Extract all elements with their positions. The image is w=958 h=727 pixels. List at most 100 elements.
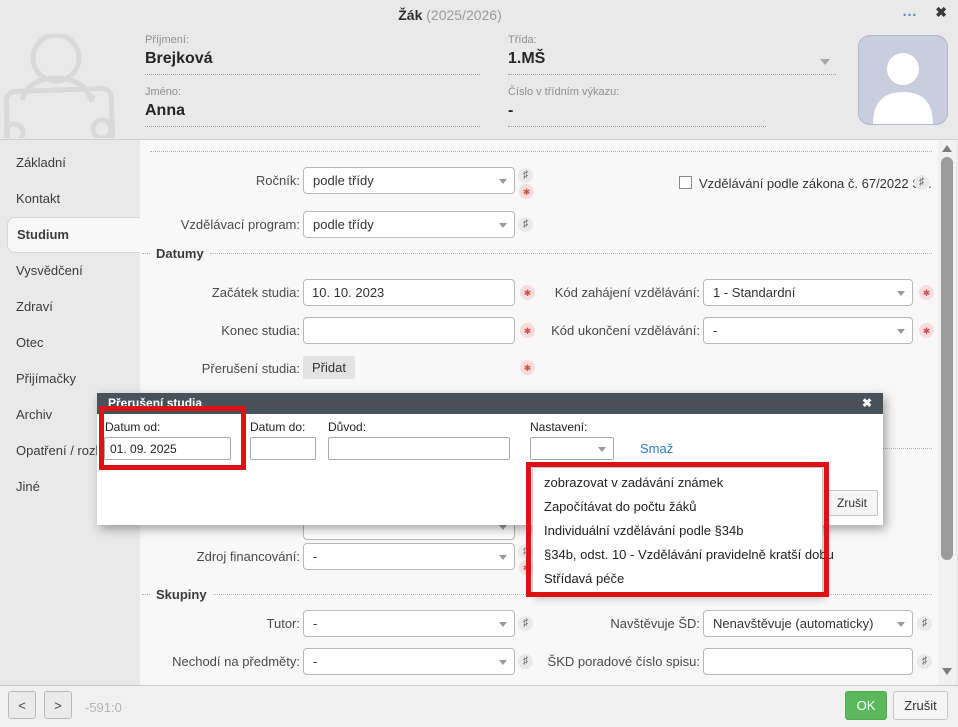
firstname-field: Jméno: Anna: [145, 86, 480, 127]
sidebar-item-otec[interactable]: Otec: [0, 325, 140, 361]
smaz-link[interactable]: Smaž: [640, 441, 673, 456]
zdroj-financovani-history-icon[interactable]: ♯: [518, 544, 533, 559]
student-photo[interactable]: [858, 35, 948, 125]
dropdown-option[interactable]: Střídavá péče: [533, 567, 822, 591]
chevron-down-icon: [897, 622, 905, 627]
datum-od-input[interactable]: [104, 437, 231, 460]
pridat-button[interactable]: Přidat: [303, 356, 355, 379]
kod-ukonceni-value: -: [713, 323, 717, 338]
dialog-header: Žák (2025/2026) … ✖ Příjmení: Brejková J…: [0, 0, 958, 140]
vzdelavaci-program-select[interactable]: podle třídy: [303, 211, 515, 238]
section-skupiny-label: Skupiny: [156, 587, 207, 602]
zdroj-financovani-select[interactable]: -: [303, 543, 515, 570]
chevron-down-icon: [499, 525, 507, 530]
firstname-label: Jméno:: [145, 86, 480, 98]
zacatek-studia-input[interactable]: [303, 279, 515, 306]
skd-spis-input[interactable]: [703, 648, 913, 675]
navstevuje-sd-select[interactable]: Nenavštěvuje (automaticky): [703, 610, 913, 637]
skd-spis-label: ŠKD poradové číslo spisu:: [520, 654, 700, 669]
duvod-input[interactable]: [328, 437, 510, 460]
sidebar-item-zdravi[interactable]: Zdraví: [0, 289, 140, 325]
preruseni-required-icon: ✱: [520, 360, 535, 375]
avatar-silhouette-icon: [859, 36, 947, 124]
dropdown-option[interactable]: §34b, odst. 10 - Vzdělávání pravidelně k…: [533, 543, 822, 567]
prev-record-button[interactable]: <: [8, 691, 36, 719]
firstname-value[interactable]: Anna: [145, 102, 480, 127]
rocnik-label: Ročník:: [140, 173, 300, 188]
sidebar-item-kontakt[interactable]: Kontakt: [0, 181, 140, 217]
next-record-button[interactable]: >: [44, 691, 72, 719]
rocnik-history-icon[interactable]: ♯: [518, 168, 533, 183]
chevron-down-icon: [820, 59, 830, 65]
sidebar-item-vysvedceni[interactable]: Vysvědčení: [0, 253, 140, 289]
datum-do-label: Datum do:: [250, 420, 305, 434]
datum-od-label: Datum od:: [105, 420, 160, 434]
zakon67-history-icon[interactable]: ♯: [914, 175, 929, 190]
konec-studia-input[interactable]: [303, 317, 515, 344]
cancel-button[interactable]: Zrušit: [893, 691, 948, 720]
register-number-value[interactable]: -: [508, 102, 766, 127]
zdroj-financovani-value: -: [313, 549, 317, 564]
modal-cancel-button[interactable]: Zrušit: [826, 490, 878, 516]
konec-studia-label: Konec studia:: [140, 323, 300, 338]
kod-ukonceni-select[interactable]: -: [703, 317, 913, 344]
divider: [150, 151, 932, 152]
datum-do-input[interactable]: [250, 437, 316, 460]
tutor-value: -: [313, 616, 317, 631]
modal-header[interactable]: Přerušení studia ✖: [97, 393, 883, 414]
dropdown-option[interactable]: Individuální vzdělávání podle §34b: [533, 519, 822, 543]
scroll-up-icon[interactable]: [942, 145, 952, 152]
chevron-down-icon: [598, 447, 606, 452]
zakon67-checkbox[interactable]: [679, 176, 692, 189]
skd-spis-history-icon[interactable]: ♯: [917, 654, 932, 669]
section-datumy: Datumy: [142, 246, 932, 261]
preruseni-studia-label: Přerušení studia:: [140, 361, 300, 376]
nechodi-predmety-value: -: [313, 654, 317, 669]
close-icon[interactable]: ✖: [935, 4, 947, 21]
nechodi-predmety-label: Nechodí na předměty:: [140, 654, 300, 669]
scrollbar-thumb[interactable]: [941, 157, 953, 560]
class-field: Třída: 1.MŠ: [508, 34, 836, 75]
scroll-down-icon[interactable]: [942, 668, 952, 675]
navstevuje-sd-history-icon[interactable]: ♯: [917, 616, 932, 631]
vzdelavaci-program-value: podle třídy: [313, 217, 374, 232]
page-title: Žák (2025/2026): [0, 7, 900, 23]
ok-button[interactable]: OK: [845, 691, 887, 720]
title-school-year: (2025/2026): [426, 7, 502, 23]
duvod-label: Důvod:: [328, 420, 366, 434]
chevron-down-icon: [499, 622, 507, 627]
vertical-scrollbar[interactable]: [938, 140, 956, 685]
nastaveni-select[interactable]: [530, 437, 614, 460]
footer-bar: < > -591:0 OK Zrušit: [0, 685, 958, 727]
dropdown-option[interactable]: Započítávat do počtu žáků: [533, 495, 822, 519]
tutor-select[interactable]: -: [303, 610, 515, 637]
nastaveni-label: Nastavení:: [530, 420, 587, 434]
sidebar-item-prijimacky[interactable]: Přijímačky: [0, 361, 140, 397]
section-datumy-label: Datumy: [156, 246, 204, 261]
class-value: 1.MŠ: [508, 50, 545, 67]
chevron-down-icon: [499, 555, 507, 560]
more-menu-icon[interactable]: …: [902, 3, 918, 20]
chevron-down-icon: [499, 179, 507, 184]
class-select[interactable]: 1.MŠ: [508, 50, 836, 75]
rocnik-select[interactable]: podle třídy: [303, 167, 515, 194]
nechodi-predmety-select[interactable]: -: [303, 648, 515, 675]
modal-close-icon[interactable]: ✖: [862, 393, 872, 414]
kod-zahajeni-select[interactable]: 1 - Standardní: [703, 279, 913, 306]
dropdown-option[interactable]: zobrazovat v zadávání známek: [533, 471, 822, 495]
surname-value[interactable]: Brejková: [145, 50, 480, 75]
zacatek-studia-label: Začátek studia:: [140, 285, 300, 300]
chevron-down-icon: [499, 660, 507, 665]
surname-field: Příjmení: Brejková: [145, 34, 480, 75]
sidebar-item-studium[interactable]: Studium: [7, 217, 140, 253]
record-counter: -591:0: [85, 700, 122, 715]
vzdelavaci-program-history-icon[interactable]: ♯: [518, 217, 533, 232]
sidebar-item-zakladni[interactable]: Základní: [0, 145, 140, 181]
navstevuje-sd-value: Nenavštěvuje (automaticky): [713, 616, 873, 631]
zakon67-label: Vzdělávání podle zákona č. 67/2022 Sb.: [699, 176, 932, 191]
zdroj-financovani-label: Zdroj financování:: [140, 549, 300, 564]
kod-ukonceni-required-icon: ✱: [919, 323, 934, 338]
nastaveni-dropdown: zobrazovat v zadávání známek Započítávat…: [532, 467, 823, 595]
tutor-label: Tutor:: [140, 616, 300, 631]
modal-title: Přerušení studia: [108, 396, 202, 410]
